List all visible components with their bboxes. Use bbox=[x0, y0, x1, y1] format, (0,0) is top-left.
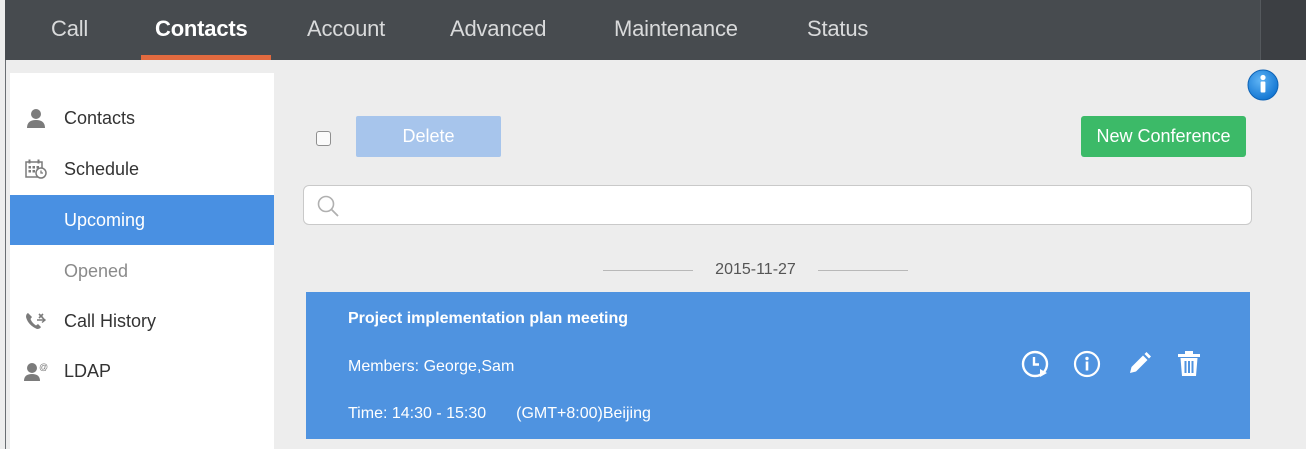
meeting-actions bbox=[1020, 349, 1200, 381]
person-icon bbox=[22, 107, 50, 129]
search-bar bbox=[303, 185, 1252, 225]
sidebar-item-opened[interactable]: Opened bbox=[10, 246, 274, 296]
svg-text:@: @ bbox=[39, 362, 48, 372]
start-meeting-icon[interactable] bbox=[1020, 349, 1050, 379]
date-separator: 2015-11-27 bbox=[603, 258, 908, 282]
sidebar-item-contacts[interactable]: Contacts bbox=[10, 93, 274, 143]
new-conference-button[interactable]: New Conference bbox=[1081, 116, 1246, 157]
select-all-checkbox[interactable] bbox=[316, 131, 331, 146]
sidebar-item-upcoming[interactable]: Upcoming bbox=[10, 195, 274, 245]
trash-icon[interactable] bbox=[1174, 349, 1204, 379]
meeting-time: Time: 14:30 - 15:30 bbox=[348, 405, 487, 422]
ldap-icon: @ bbox=[22, 360, 50, 382]
active-tab-indicator bbox=[141, 55, 271, 60]
search-input[interactable] bbox=[348, 192, 1238, 218]
sidebar-item-label: Contacts bbox=[64, 107, 136, 128]
tab-advanced[interactable]: Advanced bbox=[450, 16, 546, 42]
search-icon bbox=[316, 194, 340, 223]
sidebar-item-label: Call History bbox=[64, 310, 157, 331]
delete-button[interactable]: Delete bbox=[356, 116, 501, 157]
sidebar-item-ldap[interactable]: @ LDAP bbox=[10, 346, 274, 396]
info-icon[interactable] bbox=[1244, 68, 1282, 106]
nav-right-block bbox=[1260, 0, 1306, 60]
divider bbox=[818, 270, 908, 271]
meeting-time-row: Time: 14:30 - 15:30 (GMT+8:00)Beijing bbox=[348, 405, 651, 423]
meeting-info-icon[interactable] bbox=[1072, 349, 1102, 379]
sidebar-item-label: LDAP bbox=[64, 360, 112, 381]
sidebar-item-schedule[interactable]: Schedule bbox=[10, 144, 274, 194]
sidebar-item-call-history[interactable]: Call History bbox=[10, 296, 274, 346]
tab-account[interactable]: Account bbox=[307, 16, 385, 42]
meeting-card[interactable]: Project implementation plan meeting Memb… bbox=[306, 292, 1250, 439]
tab-maintenance[interactable]: Maintenance bbox=[614, 16, 738, 42]
sidebar-item-label: Opened bbox=[64, 260, 129, 281]
top-nav: Call Contacts Account Advanced Maintenan… bbox=[5, 0, 1306, 60]
calendar-icon bbox=[22, 158, 50, 180]
meeting-title: Project implementation plan meeting bbox=[348, 310, 629, 327]
sidebar-item-label: Schedule bbox=[64, 158, 140, 179]
phone-history-icon bbox=[22, 310, 50, 332]
meeting-timezone: (GMT+8:00)Beijing bbox=[516, 405, 651, 422]
sidebar: Contacts Schedule Upcoming Opened Call H bbox=[10, 73, 274, 449]
tab-call[interactable]: Call bbox=[51, 16, 88, 42]
sidebar-item-label: Upcoming bbox=[64, 209, 146, 230]
tab-contacts[interactable]: Contacts bbox=[155, 16, 248, 42]
tab-status[interactable]: Status bbox=[807, 16, 868, 42]
meeting-members: Members: George,Sam bbox=[348, 358, 515, 375]
edit-icon[interactable] bbox=[1124, 349, 1154, 379]
